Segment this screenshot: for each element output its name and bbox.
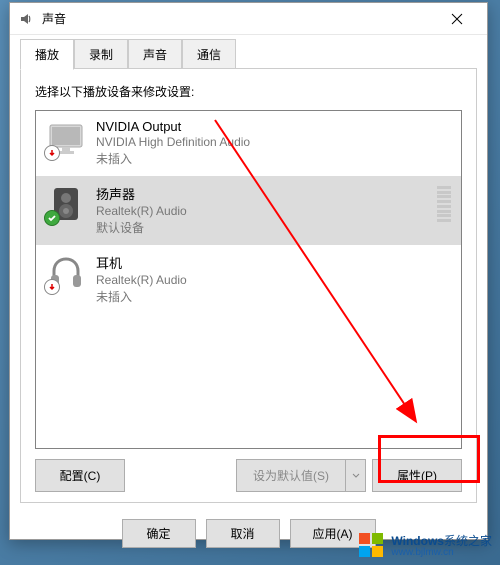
device-name: 扬声器: [96, 184, 427, 203]
tab-sounds[interactable]: 声音: [128, 39, 182, 69]
unplugged-badge-icon: [44, 145, 60, 161]
tab-label: 声音: [143, 48, 167, 62]
tab-label: 录制: [89, 48, 113, 62]
device-item-headphones[interactable]: 耳机 Realtek(R) Audio 未插入: [36, 245, 461, 314]
monitor-icon: [46, 119, 86, 159]
level-meter: [437, 184, 451, 224]
right-button-group: 设为默认值(S) 属性(P): [236, 459, 462, 492]
device-status: 默认设备: [96, 219, 427, 236]
device-info: NVIDIA Output NVIDIA High Definition Aud…: [96, 119, 451, 167]
device-info: 耳机 Realtek(R) Audio 未插入: [96, 253, 451, 305]
device-info: 扬声器 Realtek(R) Audio 默认设备: [96, 184, 427, 236]
close-icon: [451, 13, 463, 25]
configure-button[interactable]: 配置(C): [35, 459, 125, 492]
device-item-speaker[interactable]: 扬声器 Realtek(R) Audio 默认设备: [36, 176, 461, 245]
ok-button[interactable]: 确定: [122, 519, 196, 548]
tab-communications[interactable]: 通信: [182, 39, 236, 69]
watermark: Windows系统之家 www.bjlmw.cn: [357, 531, 492, 559]
tab-bar: 播放 录制 声音 通信: [10, 35, 487, 69]
set-default-button[interactable]: 设为默认值(S): [236, 459, 346, 492]
tab-playback[interactable]: 播放: [20, 39, 74, 70]
headphones-icon: [46, 253, 86, 293]
device-status: 未插入: [96, 288, 451, 305]
device-sub: NVIDIA High Definition Audio: [96, 135, 451, 149]
sound-dialog: 声音 播放 录制 声音 通信 选择以下播放设备来修改设置:: [9, 2, 488, 540]
instruction-text: 选择以下播放设备来修改设置:: [35, 83, 462, 100]
unplugged-badge-icon: [44, 279, 60, 295]
volume-icon: [18, 11, 34, 27]
tab-label: 通信: [197, 48, 221, 62]
tab-recording[interactable]: 录制: [74, 39, 128, 69]
panel-button-row: 配置(C) 设为默认值(S) 属性(P): [35, 459, 462, 492]
device-item-nvidia[interactable]: NVIDIA Output NVIDIA High Definition Aud…: [36, 111, 461, 176]
device-status: 未插入: [96, 150, 451, 167]
speaker-icon: [46, 184, 86, 224]
device-name: 耳机: [96, 253, 451, 272]
properties-button[interactable]: 属性(P): [372, 459, 462, 492]
device-sub: Realtek(R) Audio: [96, 204, 427, 218]
device-sub: Realtek(R) Audio: [96, 273, 451, 287]
window-title: 声音: [42, 10, 435, 27]
tab-label: 播放: [35, 48, 59, 62]
close-button[interactable]: [435, 4, 479, 34]
playback-panel: 选择以下播放设备来修改设置: NVIDIA Output: [20, 69, 477, 503]
windows-logo-icon: [357, 531, 385, 559]
default-badge-icon: [44, 210, 60, 226]
chevron-down-icon: [352, 473, 360, 479]
set-default-dropdown[interactable]: [346, 459, 366, 492]
cancel-button[interactable]: 取消: [206, 519, 280, 548]
device-list[interactable]: NVIDIA Output NVIDIA High Definition Aud…: [35, 110, 462, 449]
device-name: NVIDIA Output: [96, 119, 451, 134]
titlebar: 声音: [10, 3, 487, 35]
